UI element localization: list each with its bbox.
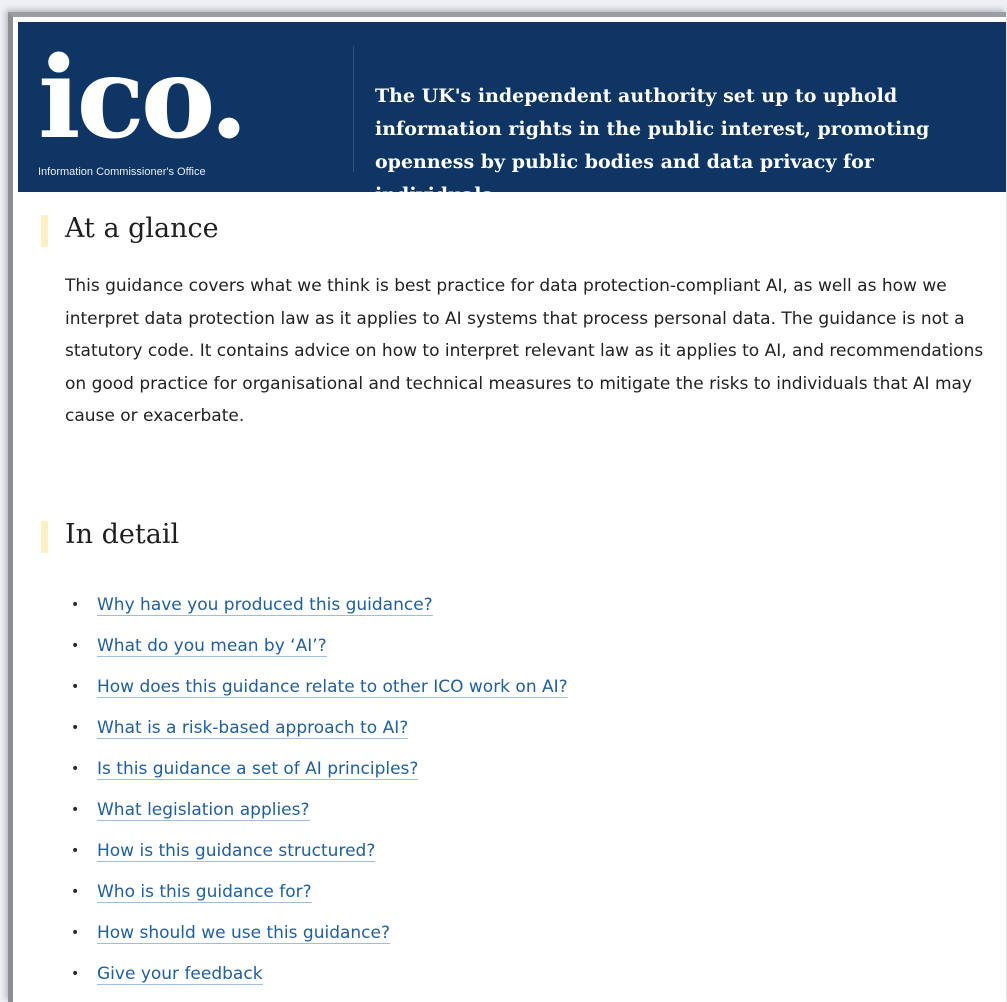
bullet-icon: • [71, 884, 80, 900]
link-why-produced[interactable]: Why have you produced this guidance? [97, 595, 433, 616]
page-frame: ico. Information Commissioner's Office T… [8, 12, 1006, 1002]
site-header: ico. Information Commissioner's Office T… [18, 22, 1006, 206]
link-other-ico-work[interactable]: How does this guidance relate to other I… [97, 677, 568, 698]
bullet-icon: • [71, 597, 80, 613]
ico-logo[interactable]: ico. Information Commissioner's Office [38, 33, 268, 182]
list-item: • What is a risk-based approach to AI? [71, 715, 568, 756]
list-item: • Is this guidance a set of AI principles… [71, 756, 568, 797]
link-ai-principles[interactable]: Is this guidance a set of AI principles? [97, 759, 419, 780]
bullet-icon: • [71, 802, 80, 818]
link-risk-based-approach[interactable]: What is a risk-based approach to AI? [97, 718, 409, 739]
list-item: • How should we use this guidance? [71, 920, 568, 961]
list-item: • What do you mean by ‘AI’? [71, 633, 568, 674]
list-item: • Who is this guidance for? [71, 879, 568, 920]
list-item: • Give your feedback [71, 961, 568, 1002]
link-how-to-use[interactable]: How should we use this guidance? [97, 923, 391, 944]
at-a-glance-text: This guidance covers what we think is be… [65, 276, 984, 427]
list-item: • How is this guidance structured? [71, 838, 568, 879]
link-who-for[interactable]: Who is this guidance for? [97, 882, 312, 903]
link-legislation[interactable]: What legislation applies? [97, 800, 310, 821]
in-detail-heading: In detail [41, 519, 179, 553]
link-feedback[interactable]: Give your feedback [97, 964, 263, 985]
bullet-icon: • [71, 679, 80, 695]
bullet-icon: • [71, 925, 80, 941]
list-item: • How does this guidance relate to other … [71, 674, 568, 715]
bullet-icon: • [71, 720, 80, 736]
logo-wordmark: ico. [38, 33, 248, 164]
in-detail-link-list: • Why have you produced this guidance? • W… [71, 592, 568, 1002]
link-what-is-ai[interactable]: What do you mean by ‘AI’? [97, 636, 327, 657]
at-a-glance-heading: At a glance [41, 213, 219, 247]
bullet-icon: • [71, 638, 80, 654]
logo-subtitle: Information Commissioner's Office [38, 166, 206, 178]
bullet-icon: • [71, 966, 80, 982]
list-item: • What legislation applies? [71, 797, 568, 838]
bullet-icon: • [71, 843, 80, 859]
list-item: • Why have you produced this guidance? [71, 592, 568, 633]
header-divider [353, 46, 354, 172]
header-tagline: The UK's independent authority set up to… [375, 85, 930, 206]
bullet-icon: • [71, 761, 80, 777]
link-structure[interactable]: How is this guidance structured? [97, 841, 376, 862]
